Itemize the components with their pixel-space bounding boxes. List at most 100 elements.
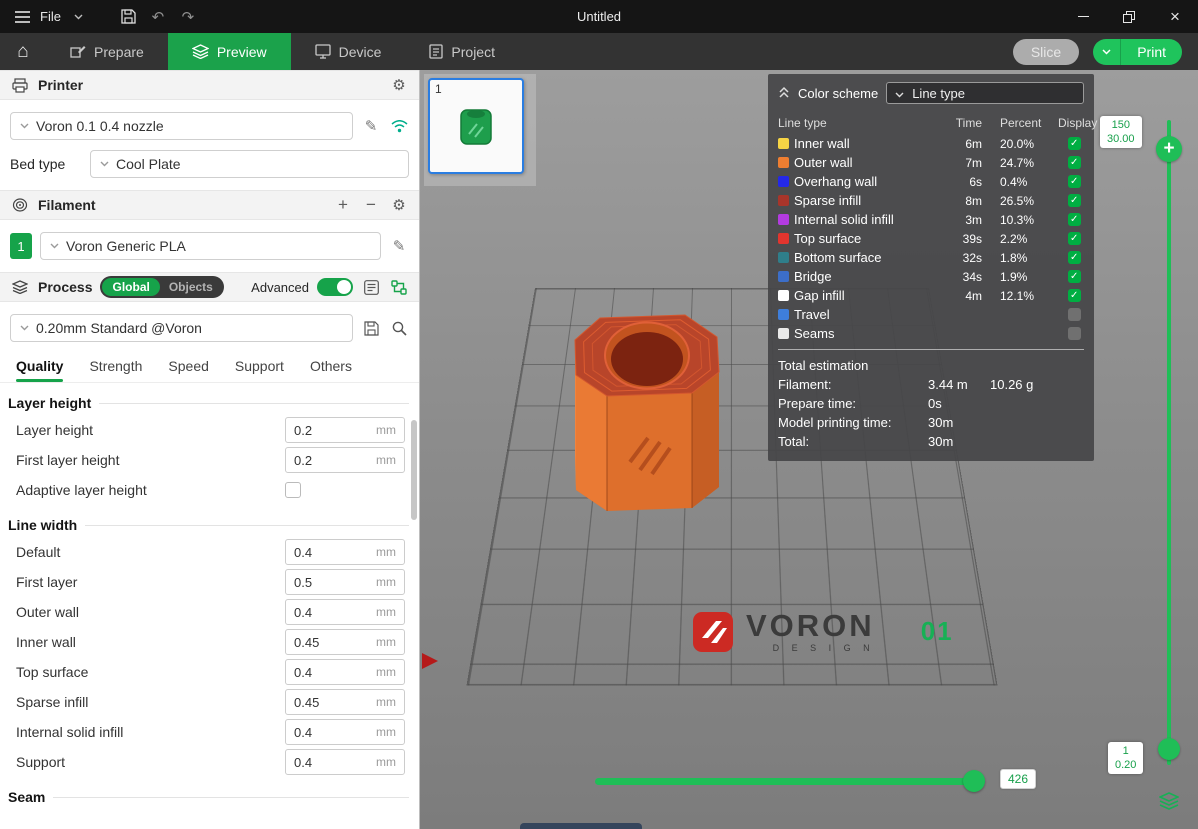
param-label: Inner wall <box>16 634 285 650</box>
add-filament-button[interactable]: + <box>333 195 353 215</box>
filament-slot-badge[interactable]: 1 <box>10 233 32 259</box>
line-width-top-surface-input[interactable] <box>286 665 376 680</box>
parameter-list-icon[interactable] <box>361 277 381 297</box>
thumbnail-model-icon <box>456 102 496 150</box>
close-button[interactable]: × <box>1152 0 1198 33</box>
tab-device-label: Device <box>339 44 382 60</box>
undo-icon[interactable]: ↶ <box>147 8 169 26</box>
move-slider-track[interactable] <box>595 778 985 785</box>
collapsed-bottom-bar[interactable] <box>520 823 642 829</box>
collapse-panel-icon[interactable] <box>778 86 790 101</box>
param-label: Default <box>16 544 285 560</box>
line-width-outer-wall-input[interactable] <box>286 605 376 620</box>
chevron-down-icon <box>895 86 904 101</box>
tab-others[interactable]: Others <box>310 358 352 382</box>
print-button[interactable]: Print <box>1121 39 1182 65</box>
line-width-support-input[interactable] <box>286 755 376 770</box>
color-swatch <box>778 157 789 168</box>
file-menu[interactable]: File <box>40 9 61 24</box>
tab-strength[interactable]: Strength <box>89 358 142 382</box>
legend-row: Overhang wall 6s 0.4% <box>778 172 1084 191</box>
line-width-default-input[interactable] <box>286 545 376 560</box>
plate-origin-arrow-icon <box>422 653 438 669</box>
layers-view-icon[interactable] <box>1156 788 1182 814</box>
printer-settings-gear-icon[interactable]: ⚙ <box>389 75 409 95</box>
display-checkbox[interactable] <box>1068 270 1081 283</box>
adaptive-layer-height-checkbox[interactable] <box>285 482 301 498</box>
line-width-sparse-infill-input[interactable] <box>286 695 376 710</box>
tab-device[interactable]: Device <box>291 33 406 70</box>
display-checkbox[interactable] <box>1068 213 1081 226</box>
color-scheme-label: Color scheme <box>798 86 878 101</box>
layer-height-input[interactable] <box>286 423 376 438</box>
advanced-toggle[interactable] <box>317 278 353 296</box>
bed-type-select[interactable]: Cool Plate <box>90 150 409 178</box>
scope-objects[interactable]: Objects <box>160 280 222 294</box>
slice-button[interactable]: Slice <box>1013 39 1079 65</box>
home-button[interactable]: ⌂ <box>0 33 46 70</box>
tab-preview[interactable]: Preview <box>168 33 291 70</box>
display-checkbox[interactable] <box>1068 194 1081 207</box>
scope-toggle: Global Objects <box>100 276 223 298</box>
edit-filament-icon[interactable]: ✎ <box>389 236 409 256</box>
edit-printer-icon[interactable]: ✎ <box>361 116 381 136</box>
scope-global[interactable]: Global <box>102 278 159 296</box>
display-checkbox[interactable] <box>1068 251 1081 264</box>
minimize-button[interactable] <box>1060 0 1106 33</box>
preview-3d-viewport[interactable]: VORON D E S I G N 01 1 <box>420 70 1198 829</box>
layer-slider-top-handle[interactable]: + <box>1156 136 1182 162</box>
display-checkbox[interactable] <box>1068 289 1081 302</box>
hamburger-menu-icon[interactable] <box>12 7 32 27</box>
sliced-model[interactable] <box>570 310 726 518</box>
tab-support[interactable]: Support <box>235 358 284 382</box>
process-icon <box>10 277 30 297</box>
process-preset-select[interactable]: 0.20mm Standard @Voron <box>10 314 353 342</box>
unit-label: mm <box>376 695 404 709</box>
line-type-label: Overhang wall <box>794 174 944 189</box>
tab-project[interactable]: Project <box>405 33 519 70</box>
restore-button[interactable] <box>1106 0 1152 33</box>
plate-thumbnail[interactable]: 1 <box>428 78 524 174</box>
color-scheme-value: Line type <box>912 86 965 101</box>
total-estimation-title: Total estimation <box>778 355 1084 375</box>
estimation-row: Total: 30m <box>778 432 1084 451</box>
move-slider-handle[interactable] <box>963 770 985 792</box>
display-checkbox[interactable] <box>1068 175 1081 188</box>
redo-icon[interactable]: ↷ <box>177 8 199 26</box>
display-checkbox[interactable] <box>1068 327 1081 340</box>
save-icon[interactable] <box>119 7 139 27</box>
prepare-icon <box>70 44 86 60</box>
line-type-label: Outer wall <box>794 155 944 170</box>
filament-select[interactable]: Voron Generic PLA <box>40 232 381 260</box>
line-width-inner-wall-input[interactable] <box>286 635 376 650</box>
tab-prepare[interactable]: Prepare <box>46 33 168 70</box>
chevron-down-icon[interactable] <box>69 7 89 27</box>
layer-slider-track[interactable] <box>1167 120 1171 765</box>
display-checkbox[interactable] <box>1068 308 1081 321</box>
line-type-label: Gap infill <box>794 288 944 303</box>
sidebar-scrollbar[interactable] <box>411 420 417 520</box>
line-width-first-layer-input[interactable] <box>286 575 376 590</box>
line-type-label: Sparse infill <box>794 193 944 208</box>
display-checkbox[interactable] <box>1068 137 1081 150</box>
wifi-icon[interactable] <box>389 116 409 136</box>
line-width-internal-solid-infill-input[interactable] <box>286 725 376 740</box>
filament-settings-gear-icon[interactable]: ⚙ <box>389 195 409 215</box>
col-time: Time <box>944 116 988 130</box>
first-layer-height-input[interactable] <box>286 453 376 468</box>
param-row: Default mm <box>0 537 419 567</box>
tab-speed[interactable]: Speed <box>168 358 208 382</box>
save-preset-icon[interactable] <box>361 318 381 338</box>
settings-sidebar: Printer ⚙ Voron 0.1 0.4 nozzle ✎ Bed typ <box>0 70 420 829</box>
display-checkbox[interactable] <box>1068 156 1081 169</box>
color-scheme-select[interactable]: Line type <box>886 82 1084 104</box>
printer-select[interactable]: Voron 0.1 0.4 nozzle <box>10 112 353 140</box>
compare-presets-icon[interactable] <box>389 277 409 297</box>
search-icon[interactable] <box>389 318 409 338</box>
remove-filament-button[interactable]: − <box>361 195 381 215</box>
display-checkbox[interactable] <box>1068 232 1081 245</box>
layer-slider-bottom-handle[interactable] <box>1158 738 1180 760</box>
print-dropdown-chevron-icon[interactable] <box>1093 39 1121 65</box>
color-swatch <box>778 290 789 301</box>
tab-quality[interactable]: Quality <box>16 358 63 382</box>
